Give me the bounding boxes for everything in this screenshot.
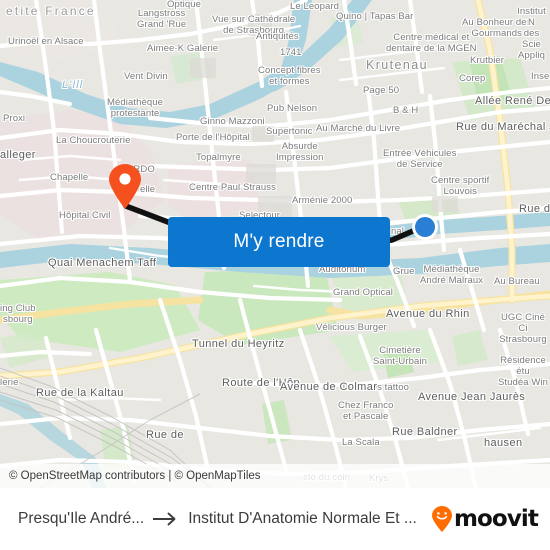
- map-attribution[interactable]: © OpenStreetMap contributors | © OpenMap…: [0, 464, 550, 488]
- moovit-wordmark: moovit: [453, 506, 539, 532]
- trip-destination-label: Institut D'Anatomie Normale Et ...: [188, 510, 417, 527]
- trip-summary-bar: Presqu'Ile André... Institut D'Anatomie …: [0, 488, 550, 550]
- origin-marker[interactable]: [108, 164, 142, 210]
- trip-origin-label: Presqu'Ile André...: [18, 510, 145, 527]
- moovit-logo[interactable]: moovit: [431, 506, 539, 532]
- moovit-map-screen: etite France Langstross Grand 'Rue Vue sur…: [0, 0, 550, 550]
- trip-endpoints[interactable]: Presqu'Ile André... Institut D'Anatomie …: [18, 510, 423, 528]
- destination-marker[interactable]: [412, 214, 438, 240]
- navigate-button[interactable]: M'y rendre: [168, 217, 390, 267]
- arrow-right-icon: [153, 512, 176, 526]
- map-pin-icon: [109, 164, 141, 209]
- moovit-pin-smile-icon: [431, 506, 452, 532]
- circle-dot-icon: [415, 217, 435, 237]
